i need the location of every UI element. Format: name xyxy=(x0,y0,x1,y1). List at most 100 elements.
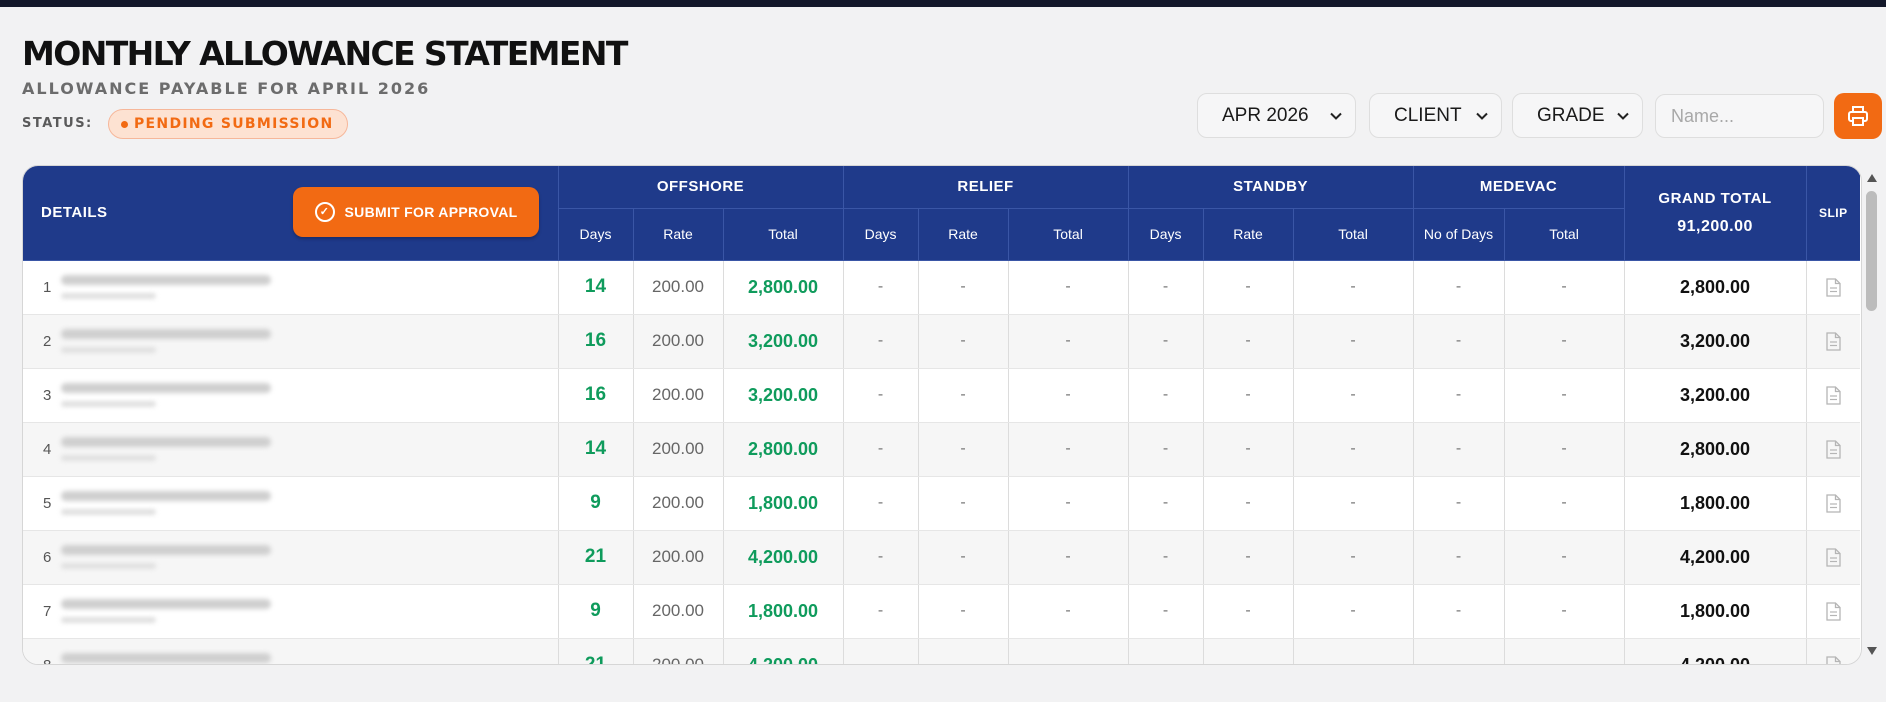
standby-total: - xyxy=(1293,422,1414,477)
submit-for-approval-button[interactable]: ✓ SUBMIT FOR APPROVAL xyxy=(293,187,539,237)
medevac-total: - xyxy=(1504,314,1625,369)
relief-days: - xyxy=(843,422,919,477)
relief-total: - xyxy=(1008,638,1129,664)
offshore-total: 1,800.00 xyxy=(723,476,844,531)
standby-rate: - xyxy=(1203,422,1294,477)
printer-icon xyxy=(1848,106,1868,126)
medevac-total: - xyxy=(1504,260,1625,315)
standby-rate: - xyxy=(1203,638,1294,664)
offshore-header: OFFSHORE xyxy=(558,166,844,209)
slip-cell[interactable] xyxy=(1806,530,1861,585)
row-grand-total: 2,800.00 xyxy=(1624,260,1807,315)
table-scrollbar[interactable] xyxy=(1861,165,1883,665)
grand-total-header: GRAND TOTAL 91,200.00 xyxy=(1624,166,1807,261)
relief-days: - xyxy=(843,530,919,585)
medevac-total: - xyxy=(1504,368,1625,423)
standby-total: - xyxy=(1293,638,1414,664)
row-grand-total: 3,200.00 xyxy=(1624,368,1807,423)
slip-cell[interactable] xyxy=(1806,638,1861,664)
employee-id-redacted xyxy=(61,455,156,461)
row-number: 1 xyxy=(23,260,59,315)
relief-rate: - xyxy=(918,368,1009,423)
relief-total: - xyxy=(1008,584,1129,639)
document-icon xyxy=(1826,278,1841,297)
standby-days: - xyxy=(1128,368,1204,423)
offshore-total: 2,800.00 xyxy=(723,422,844,477)
scrollbar-thumb[interactable] xyxy=(1866,191,1877,311)
medevac-total-header: Total xyxy=(1504,208,1625,261)
grade-select[interactable]: GRADE xyxy=(1512,93,1643,138)
slip-cell[interactable] xyxy=(1806,584,1861,639)
document-icon xyxy=(1826,656,1841,664)
scroll-up-arrow-icon[interactable] xyxy=(1867,174,1877,182)
table-row: 7 9 200.00 1,800.00- - - - - - - -1,800.00 xyxy=(23,584,1861,639)
employee-details xyxy=(59,638,559,664)
employee-id-redacted xyxy=(61,401,156,407)
row-grand-total: 4,200.00 xyxy=(1624,530,1807,585)
medevac-no-of-days: - xyxy=(1413,584,1505,639)
relief-rate: - xyxy=(918,314,1009,369)
relief-rate: - xyxy=(918,584,1009,639)
medevac-no-of-days: - xyxy=(1413,314,1505,369)
slip-cell[interactable] xyxy=(1806,422,1861,477)
offshore-days: 14 xyxy=(558,422,634,477)
document-icon xyxy=(1826,440,1841,459)
slip-cell[interactable] xyxy=(1806,368,1861,423)
page-title: MONTHLY ALLOWANCE STATEMENT xyxy=(22,34,628,73)
employee-id-redacted xyxy=(61,347,156,353)
table-row: 2 16 200.00 3,200.00- - - - - - - -3,200.00 xyxy=(23,314,1861,369)
standby-total: - xyxy=(1293,530,1414,585)
offshore-rate: 200.00 xyxy=(633,314,724,369)
client-select[interactable]: CLIENT xyxy=(1369,93,1502,138)
offshore-total: 2,800.00 xyxy=(723,260,844,315)
status-badge: PENDING SUBMISSION xyxy=(108,109,349,139)
relief-rate: - xyxy=(918,530,1009,585)
grand-total-value: 91,200.00 xyxy=(1677,217,1753,235)
offshore-rate: 200.00 xyxy=(633,638,724,664)
offshore-rate: 200.00 xyxy=(633,260,724,315)
standby-rate-header: Rate xyxy=(1203,208,1294,261)
medevac-total: - xyxy=(1504,638,1625,664)
name-search-input[interactable] xyxy=(1655,94,1824,138)
employee-id-redacted xyxy=(61,509,156,515)
month-select-value: APR 2026 xyxy=(1222,104,1309,126)
document-icon xyxy=(1826,386,1841,405)
standby-days: - xyxy=(1128,530,1204,585)
offshore-rate: 200.00 xyxy=(633,584,724,639)
offshore-rate: 200.00 xyxy=(633,476,724,531)
status-value: PENDING SUBMISSION xyxy=(134,116,334,132)
standby-days: - xyxy=(1128,584,1204,639)
row-number: 4 xyxy=(23,422,59,477)
document-icon xyxy=(1826,494,1841,513)
employee-details xyxy=(59,584,559,639)
row-grand-total: 1,800.00 xyxy=(1624,584,1807,639)
offshore-total: 3,200.00 xyxy=(723,368,844,423)
employee-details xyxy=(59,368,559,423)
scroll-down-arrow-icon[interactable] xyxy=(1867,647,1877,655)
table-row: 5 9 200.00 1,800.00- - - - - - - -1,800.00 xyxy=(23,476,1861,531)
print-button[interactable] xyxy=(1834,93,1882,139)
relief-rate-header: Rate xyxy=(918,208,1009,261)
slip-header: SLIP xyxy=(1806,166,1861,261)
table-row: 4 14 200.00 2,800.00- - - - - - - -2,800.00 xyxy=(23,422,1861,477)
table-row: 1 14 200.00 2,800.00- - - - - - - -2,800.00 xyxy=(23,260,1861,315)
offshore-total: 1,800.00 xyxy=(723,584,844,639)
month-select[interactable]: APR 2026 xyxy=(1197,93,1356,138)
employee-name-redacted xyxy=(61,383,271,393)
offshore-days: 9 xyxy=(558,584,634,639)
row-number: 5 xyxy=(23,476,59,531)
offshore-days: 16 xyxy=(558,368,634,423)
submit-label: SUBMIT FOR APPROVAL xyxy=(344,204,518,220)
medevac-total: - xyxy=(1504,422,1625,477)
row-grand-total: 1,800.00 xyxy=(1624,476,1807,531)
slip-cell[interactable] xyxy=(1806,314,1861,369)
slip-cell[interactable] xyxy=(1806,476,1861,531)
row-number: 3 xyxy=(23,368,59,423)
relief-total: - xyxy=(1008,260,1129,315)
standby-total: - xyxy=(1293,476,1414,531)
status-dot-icon xyxy=(121,120,128,128)
employee-name-redacted xyxy=(61,329,271,339)
slip-cell[interactable] xyxy=(1806,260,1861,315)
relief-total: - xyxy=(1008,530,1129,585)
standby-total: - xyxy=(1293,314,1414,369)
